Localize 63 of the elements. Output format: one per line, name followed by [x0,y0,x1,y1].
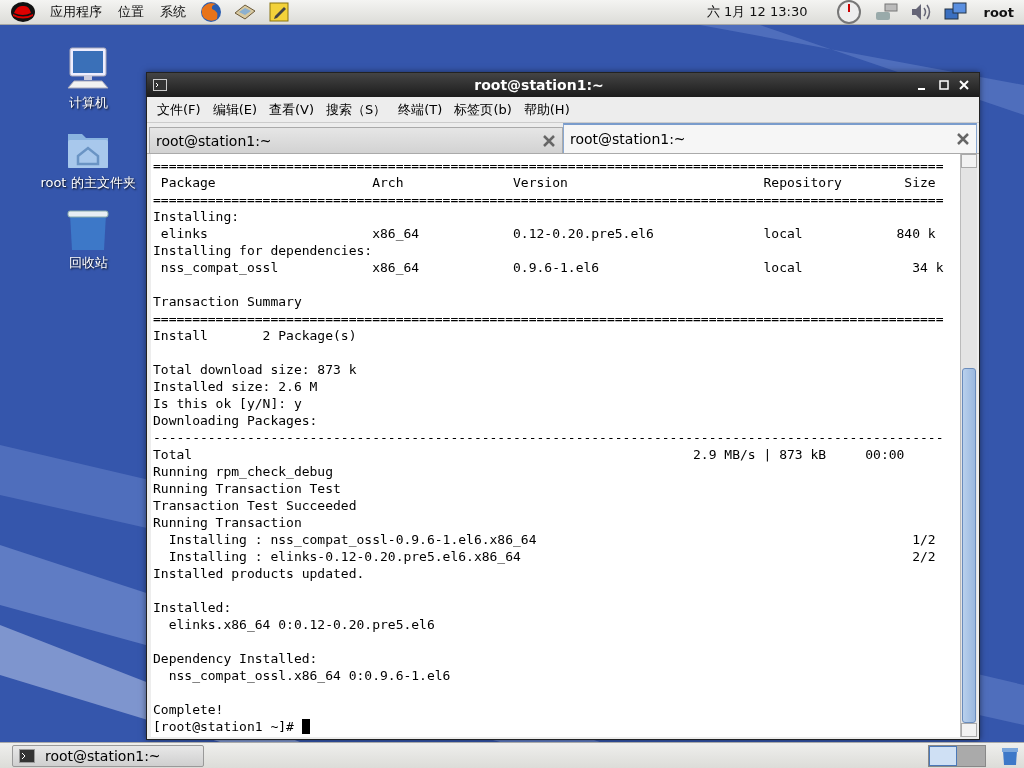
terminal-line: Running Transaction [153,515,302,530]
computer-icon[interactable] [64,46,112,92]
hat-logo-icon[interactable] [9,1,37,23]
desktop-icon-label[interactable]: 计算机 [68,94,108,112]
terminal-line: ===================================================================================================== [153,192,944,207]
terminal-line: [root@station1 ~]# [153,719,295,734]
terminal-line: Transaction Test Succeeded [153,498,357,513]
menu-item[interactable]: 帮助(H) [517,100,576,119]
terminal-line: Installing for dependencies: [153,243,373,258]
terminal-line: Installing: [153,209,240,224]
scroll-thumb[interactable] [962,367,976,723]
cursor [301,719,310,734]
panel-menu[interactable]: 位置 [110,3,152,21]
terminal-line: nss_compat_ossl.x86_64 0:0.9.6-1.el6 [167,668,451,683]
menu-item[interactable]: 编辑(E) [206,100,263,119]
terminal-line: ===================================================================================================== [153,158,944,173]
desktop-icon-label[interactable]: 回收站 [68,254,108,272]
maximize-icon[interactable] [937,78,951,92]
desktop-icon-label[interactable]: root 的主文件夹 [40,174,136,192]
terminal-line: Dependency Installed: [153,651,318,666]
terminal-line: Running Transaction Test [153,481,341,496]
terminal-line: Installed: [153,600,232,615]
terminal-line: nss_compat_ossl x86_64 0.9.6-1.el6 local 34 k [159,260,944,275]
monitors-icon[interactable] [942,1,969,23]
terminal-line: Installing : nss_compat_ossl-0.9.6-1.el6.x86_64 1/2 [167,532,936,547]
user-name[interactable]: root [973,4,1020,20]
terminal-line: Installing : elinks-0.12-0.20.pre5.el6.x86_64 2/2 [167,549,936,564]
notepad-icon[interactable] [267,1,291,23]
terminal-line: Installed size: 2.6 M [153,379,318,394]
terminal-line: ===================================================================================================== [153,311,944,326]
terminal-line: elinks.x86_64 0:0.12-0.20.pre5.el6 [167,617,435,632]
menu-item[interactable]: 标签页(b) [448,100,518,119]
trash-icon[interactable] [1000,745,1020,766]
terminal-icon [19,748,35,763]
terminal-line: Total 2.9 MB/s | 873 kB 00:00 [153,447,905,462]
terminal-line: Total download size: 873 k [153,362,357,377]
gauge-icon[interactable] [834,0,863,24]
workspace-button[interactable] [929,745,957,766]
terminal-icon[interactable] [153,79,167,91]
terminal-line: Complete! [153,702,224,717]
menu-item[interactable]: 文件(F) [151,100,207,119]
taskbar-button[interactable]: root@station1:~ [12,744,204,767]
terminal-line: Transaction Summary [153,294,302,309]
panel-menu[interactable]: 系统 [152,3,194,21]
menu-item[interactable]: 查看(V) [263,100,321,119]
terminal-line: Installed products updated. [153,566,365,581]
terminal-line: elinks x86_64 0.12-0.20.pre5.el6 local 840 k [159,226,936,241]
close-icon[interactable] [957,78,971,92]
globe-icon[interactable] [199,1,223,23]
terminal-tab[interactable]: root@station1:~ [563,123,977,153]
scrollbar[interactable] [960,154,977,737]
terminal-line: ----------------------------------------------------------------------------------------------------- [153,430,944,445]
menu-item[interactable]: 终端(T) [392,100,449,119]
clock[interactable]: 六 1月 12 13:30 [706,3,808,21]
window-title: root@station1:~ [473,77,605,93]
terminal-line: Is this ok [y/N]: y [153,396,302,411]
terminal-line: Running rpm_check_debug [153,464,333,479]
terminal-line: Package Arch Version Repository Size [159,175,936,190]
menu-item[interactable]: 搜索（S） [320,100,393,119]
terminal-line: Downloading Packages: [153,413,318,428]
terminal-tab[interactable]: root@station1:~ [149,127,563,153]
panel-menu[interactable]: 应用程序 [42,3,110,21]
terminal-line: Install 2 Package(s) [153,328,357,343]
